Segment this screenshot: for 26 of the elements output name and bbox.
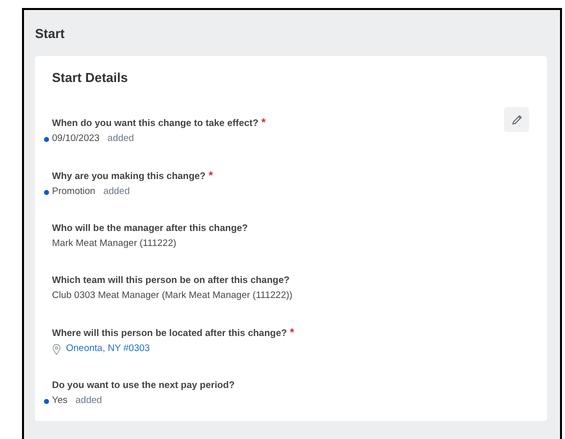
change-dot xyxy=(44,399,49,404)
question-label: Which team will this person be on after this change? xyxy=(52,275,290,286)
change-dot xyxy=(44,137,49,142)
pencil-icon xyxy=(510,114,522,126)
field-value: 09/10/2023 xyxy=(52,132,100,146)
section-title: Start xyxy=(35,26,66,43)
question-label: Who will be the manager after this change? xyxy=(52,223,248,234)
edit-button[interactable] xyxy=(504,107,529,132)
question-label: Do you want to use the next pay period? xyxy=(52,380,235,391)
field-value: Mark Meat Manager (111222) xyxy=(52,237,176,251)
change-dot xyxy=(44,190,49,195)
question-label: Where will this person be located after this change? xyxy=(52,328,287,339)
added-label: added xyxy=(103,185,130,199)
added-label: added xyxy=(108,132,134,146)
question-label: When do you want this change to take effect? xyxy=(52,118,258,129)
card-title: Start Details xyxy=(52,70,128,85)
added-label: added xyxy=(76,394,102,408)
field-value: Promotion xyxy=(52,185,96,199)
field-value: Club 0303 Meat Manager (Mark Meat Manager (111222)) xyxy=(52,289,292,303)
question-label: Why are you making this change? xyxy=(52,171,206,182)
location-link[interactable]: Oneonta, NY #0303 xyxy=(66,341,150,357)
location-pin-icon xyxy=(52,344,61,354)
required-asterisk: * xyxy=(290,327,294,339)
required-asterisk: * xyxy=(208,170,213,182)
required-asterisk: * xyxy=(261,117,266,129)
field-value: Yes xyxy=(52,394,68,408)
